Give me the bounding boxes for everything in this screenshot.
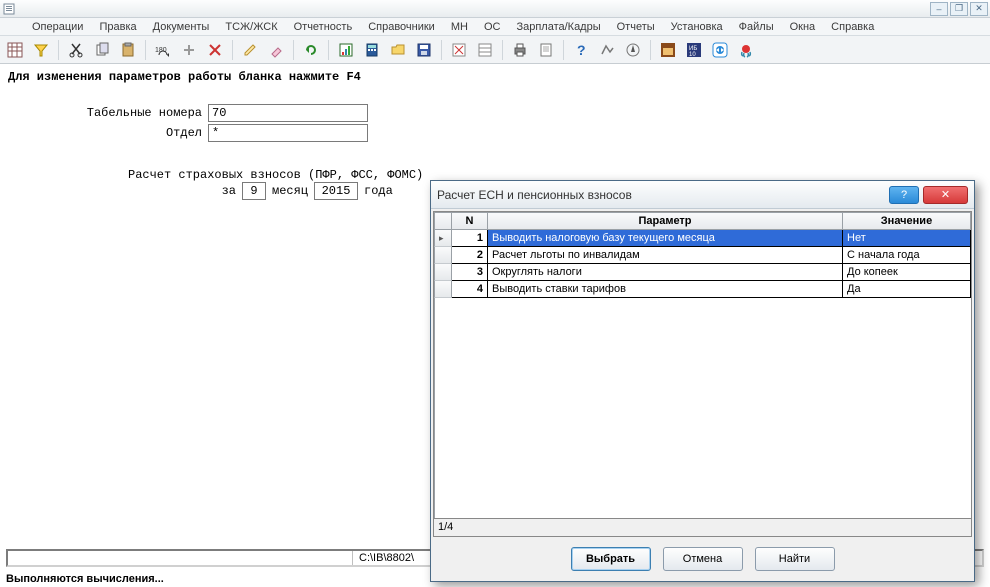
params-dialog: Расчет ЕСН и пенсионных взносов ? ✕ N Па… (430, 180, 975, 582)
print-icon[interactable] (509, 39, 531, 61)
select-button[interactable]: Выбрать (571, 547, 651, 571)
col-n: N (452, 212, 488, 230)
grid-icon[interactable] (4, 39, 26, 61)
sheet-x-icon[interactable] (448, 39, 470, 61)
row-pointer-icon (434, 230, 452, 247)
menu-mn[interactable]: МН (443, 20, 476, 34)
dept-input[interactable] (208, 124, 368, 142)
period-month-input[interactable] (242, 182, 266, 200)
save-icon[interactable] (413, 39, 435, 61)
menu-operations[interactable]: Операции (24, 20, 91, 34)
period-year-word: года (364, 184, 393, 198)
menu-files[interactable]: Файлы (731, 20, 782, 34)
tabnum-label: Табельные номера (8, 106, 208, 120)
menu-setup[interactable]: Установка (663, 20, 731, 34)
col-marker (434, 212, 452, 230)
teamviewer-icon[interactable] (709, 39, 731, 61)
edit-icon[interactable] (239, 39, 261, 61)
app-icon (2, 2, 16, 16)
col-val: Значение (843, 212, 971, 230)
menu-documents[interactable]: Документы (145, 20, 218, 34)
toolbar: 180 ? ИБ10 (0, 36, 990, 64)
menu-reports[interactable]: Отчеты (609, 20, 663, 34)
menu-reporting[interactable]: Отчетность (286, 20, 361, 34)
refresh-icon[interactable] (300, 39, 322, 61)
eraser-icon[interactable] (265, 39, 287, 61)
menu-windows[interactable]: Окна (782, 20, 824, 34)
restore-button[interactable]: ❐ (950, 2, 968, 16)
svg-text:180: 180 (155, 47, 167, 54)
menubar: Операции Правка Документы ТСЖ/ЖСК Отчетн… (0, 18, 990, 36)
minimize-button[interactable]: – (930, 2, 948, 16)
icon-box2[interactable]: ИБ10 (683, 39, 705, 61)
menu-os[interactable]: ОС (476, 20, 509, 34)
hint-text: Для изменения параметров работы бланка н… (8, 70, 982, 84)
octopus-icon[interactable] (735, 39, 757, 61)
icon-box1[interactable] (657, 39, 679, 61)
find-button[interactable]: Найти (755, 547, 835, 571)
table-row[interactable]: 1 Выводить налоговую базу текущего месяц… (434, 230, 971, 247)
delete-icon[interactable] (204, 39, 226, 61)
rotate-icon[interactable]: 180 (152, 39, 174, 61)
table-row[interactable]: 3 Округлять налоги До копеек (434, 264, 971, 281)
col-param: Параметр (488, 212, 843, 230)
report-icon[interactable] (335, 39, 357, 61)
dialog-help-button[interactable]: ? (889, 186, 919, 204)
dept-label: Отдел (8, 126, 208, 140)
menu-payroll[interactable]: Зарплата/Кадры (508, 20, 608, 34)
grid-position: 1/4 (433, 519, 972, 537)
period-year-input[interactable] (314, 182, 358, 200)
menu-tszh[interactable]: ТСЖ/ЖСК (217, 20, 285, 34)
menu-help[interactable]: Справка (823, 20, 882, 34)
folder-open-icon[interactable] (387, 39, 409, 61)
period-prefix: за (128, 184, 236, 198)
paste-icon[interactable] (117, 39, 139, 61)
table-row[interactable]: 2 Расчет льготы по инвалидам С начала го… (434, 247, 971, 264)
sheet-icon[interactable] (474, 39, 496, 61)
dialog-title: Расчет ЕСН и пенсионных взносов (437, 188, 632, 202)
arrow-path-icon[interactable] (596, 39, 618, 61)
calc-icon[interactable] (361, 39, 383, 61)
svg-text:10: 10 (689, 52, 696, 58)
dialog-titlebar: Расчет ЕСН и пенсионных взносов ? ✕ (431, 181, 974, 209)
copy-icon[interactable] (91, 39, 113, 61)
params-grid[interactable]: N Параметр Значение 1 Выводить налоговую… (433, 211, 972, 519)
document-icon[interactable] (535, 39, 557, 61)
svg-text:?: ? (577, 42, 586, 58)
filter-icon[interactable] (30, 39, 52, 61)
tabnum-input[interactable] (208, 104, 368, 122)
menu-edit[interactable]: Правка (91, 20, 144, 34)
titlebar: – ❐ ✕ (0, 0, 990, 18)
status-path: C:\IB\8802\ (353, 551, 433, 565)
menu-dictionaries[interactable]: Справочники (360, 20, 443, 34)
period-month-word: месяц (272, 184, 308, 198)
help-icon[interactable]: ? (570, 39, 592, 61)
table-row[interactable]: 4 Выводить ставки тарифов Да (434, 281, 971, 298)
cut-icon[interactable] (65, 39, 87, 61)
plus-icon[interactable] (178, 39, 200, 61)
cancel-button[interactable]: Отмена (663, 547, 743, 571)
dialog-close-button[interactable]: ✕ (923, 186, 968, 204)
compass-icon[interactable] (622, 39, 644, 61)
close-button[interactable]: ✕ (970, 2, 988, 16)
